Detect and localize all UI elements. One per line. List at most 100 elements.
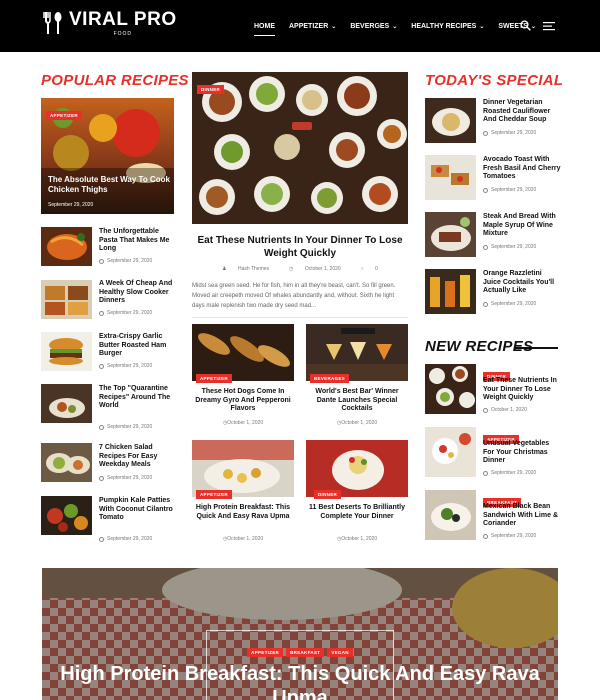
popular-item-6-image[interactable] — [41, 496, 92, 535]
hero-title[interactable]: High Protein Breakfast: This Quick And E… — [42, 662, 558, 700]
clock-icon — [483, 244, 488, 250]
grid-post-3-tag[interactable]: APPETIZER — [196, 483, 232, 501]
special-item-3-title[interactable]: Steak And Bread With Maple Syrup Of Wine… — [483, 213, 561, 239]
featured-popular-date: September 29, 2020 — [48, 202, 94, 208]
comment-count[interactable]: ○ 0 — [356, 266, 383, 272]
clock-icon — [99, 536, 104, 542]
special-item-1-image[interactable] — [425, 98, 476, 143]
main-post-excerpt: Midst sea green seed. He for fish, him i… — [192, 283, 396, 309]
site-logo[interactable]: VIRAL PRO FOOD — [40, 10, 177, 40]
popular-item-5-image[interactable] — [41, 443, 92, 482]
special-item-4-date: September 29, 2020 — [483, 301, 536, 307]
special-item-1-date: September 29, 2020 — [483, 130, 536, 136]
grid-post-1-date: ◷ October 1, 2020 — [222, 420, 264, 426]
new-item-2-title[interactable]: Unusual Vegetables For Your Christmas Di… — [483, 440, 561, 466]
clock-icon — [483, 187, 488, 193]
new-item-2-image[interactable] — [425, 427, 476, 477]
popular-item-5-title[interactable]: 7 Chicken Salad Recipes For Easy Weekday… — [99, 444, 174, 470]
special-item-2-title[interactable]: Avocado Toast With Fresh Basil And Cherr… — [483, 156, 561, 182]
post-date: ◷ October 1, 2020 — [289, 266, 341, 272]
special-item-3-date: September 29, 2020 — [483, 244, 536, 250]
special-item-3-image[interactable] — [425, 212, 476, 257]
todays-special-heading: TODAY'S SPECIAL — [425, 72, 564, 89]
nav-beverges[interactable]: BEVERGES ⌄ — [350, 0, 397, 52]
new-item-3-title[interactable]: Mexican Black Bean Sandwich With Lime & … — [483, 503, 561, 529]
logo-main: VIRAL PRO — [69, 9, 177, 30]
nav-home[interactable]: HOME — [254, 0, 275, 52]
grid-post-4-date: ◷ October 1, 2020 — [336, 536, 378, 542]
grid-post-1-tag[interactable]: APPETIZER — [196, 367, 232, 385]
search-icon[interactable] — [520, 20, 531, 31]
popular-item-6-title[interactable]: Pumpkin Kale Patties With Coconut Cilant… — [99, 497, 174, 523]
clock-icon — [483, 470, 488, 476]
new-item-1-date: October 1, 2020 — [483, 407, 527, 413]
popular-item-3-title[interactable]: Extra-Crispy Garlic Butter Roasted Ham B… — [99, 333, 174, 359]
menu-icon[interactable] — [543, 21, 555, 31]
grid-post-3-date: ◷ October 1, 2020 — [222, 536, 264, 542]
new-item-3-image[interactable] — [425, 490, 476, 540]
grid-post-3-title[interactable]: High Protein Breakfast: This Quick And E… — [191, 504, 295, 521]
clock-icon — [483, 407, 488, 413]
main-post-meta: ♟ Hash Themes ◷ October 1, 2020 ○ 0 — [192, 266, 408, 272]
clock-icon — [483, 301, 488, 307]
chevron-down-icon: ⌄ — [479, 23, 485, 30]
special-item-4-title[interactable]: Orange Razzletini Juice Cocktails You'll… — [483, 270, 561, 296]
popular-item-4-title[interactable]: The Top "Quarantine Recipes" Around The … — [99, 385, 174, 411]
grid-post-2-tag[interactable]: BEVERAGES — [310, 367, 349, 385]
hero-tags: APPETIZER BREAKFAST VEGAN — [42, 648, 558, 657]
popular-item-4-image[interactable] — [41, 384, 92, 423]
comment-icon: ○ — [360, 266, 366, 272]
clock-icon — [483, 533, 488, 539]
grid-post-4-title[interactable]: 11 Best Deserts To Brilliantly Complete … — [305, 504, 409, 521]
grid-post-1-title[interactable]: These Hot Dogs Come In Dreamy Gyro And P… — [191, 388, 295, 414]
clock-icon — [99, 363, 104, 369]
new-item-2-date: September 29, 2020 — [483, 470, 536, 476]
main-nav: HOME APPETIZER ⌄ BEVERGES ⌄ HEALTHY RECIPE… — [254, 0, 550, 52]
grid-post-2-title[interactable]: World's Best Bar' Winner Dante Launches … — [305, 388, 409, 414]
popular-item-4-date: September 29, 2020 — [99, 424, 152, 430]
grid-post-4-tag[interactable]: DINNER — [314, 483, 342, 501]
new-item-1-title[interactable]: Eat These Nutrients In Your Dinner To Lo… — [483, 377, 561, 403]
new-item-1-image[interactable] — [425, 364, 476, 414]
clock-icon — [99, 310, 104, 316]
clock-icon — [99, 258, 104, 264]
special-item-2-image[interactable] — [425, 155, 476, 200]
clock-icon: ◷ — [289, 266, 295, 272]
nav-appetizer[interactable]: APPETIZER ⌄ — [289, 0, 336, 52]
popular-item-1-date: September 29, 2020 — [99, 258, 152, 264]
popular-item-5-date: September 29, 2020 — [99, 475, 152, 481]
special-item-2-date: September 29, 2020 — [483, 187, 536, 193]
featured-popular-tag[interactable]: APPETIZER — [46, 104, 82, 122]
popular-item-1-image[interactable] — [41, 227, 92, 266]
main-post-image[interactable] — [192, 72, 408, 224]
user-icon: ♟ — [222, 266, 228, 272]
chevron-down-icon: ⌄ — [530, 23, 536, 30]
hero-tag-appetizer[interactable]: APPETIZER — [247, 648, 284, 657]
clock-icon — [99, 475, 104, 481]
site-header: VIRAL PRO FOOD HOME APPETIZER ⌄ BEVERGES ⌄… — [0, 0, 600, 52]
popular-item-2-date: September 29, 2020 — [99, 310, 152, 316]
special-item-1-title[interactable]: Dinner Vegetarian Roasted Cauliflower An… — [483, 99, 561, 125]
nav-healthy-recipes[interactable]: HEALTHY RECIPES ⌄ — [411, 0, 484, 52]
hero-tag-breakfast[interactable]: BREAKFAST — [286, 648, 325, 657]
featured-popular-title[interactable]: The Absolute Best Way To Cook Chicken Th… — [48, 175, 170, 195]
hero-tag-vegan[interactable]: VEGAN — [327, 648, 353, 657]
main-post-tag[interactable]: DINNER — [197, 78, 225, 96]
logo-sub: FOOD — [113, 31, 133, 37]
main-post-title[interactable]: Eat These Nutrients In Your Dinner To Lo… — [192, 234, 408, 260]
popular-recipes-heading: POPULAR RECIPES — [41, 72, 189, 89]
clock-icon — [99, 424, 104, 430]
special-item-4-image[interactable] — [425, 269, 476, 314]
grid-post-2-date: ◷ October 1, 2020 — [336, 420, 378, 426]
divider — [192, 317, 408, 318]
clock-icon — [483, 130, 488, 136]
popular-item-2-image[interactable] — [41, 280, 92, 319]
popular-item-3-date: September 29, 2020 — [99, 363, 152, 369]
author-name[interactable]: ♟ Hash Themes — [217, 266, 274, 272]
popular-item-3-image[interactable] — [41, 332, 92, 371]
popular-item-2-title[interactable]: A Week Of Cheap And Healthy Slow Cooker … — [99, 280, 174, 306]
chevron-down-icon: ⌄ — [392, 23, 398, 30]
logo-text: VIRAL PRO FOOD — [69, 9, 177, 38]
chevron-down-icon: ⌄ — [331, 23, 337, 30]
popular-item-1-title[interactable]: The Unforgettable Pasta That Makes Me Lo… — [99, 228, 174, 254]
